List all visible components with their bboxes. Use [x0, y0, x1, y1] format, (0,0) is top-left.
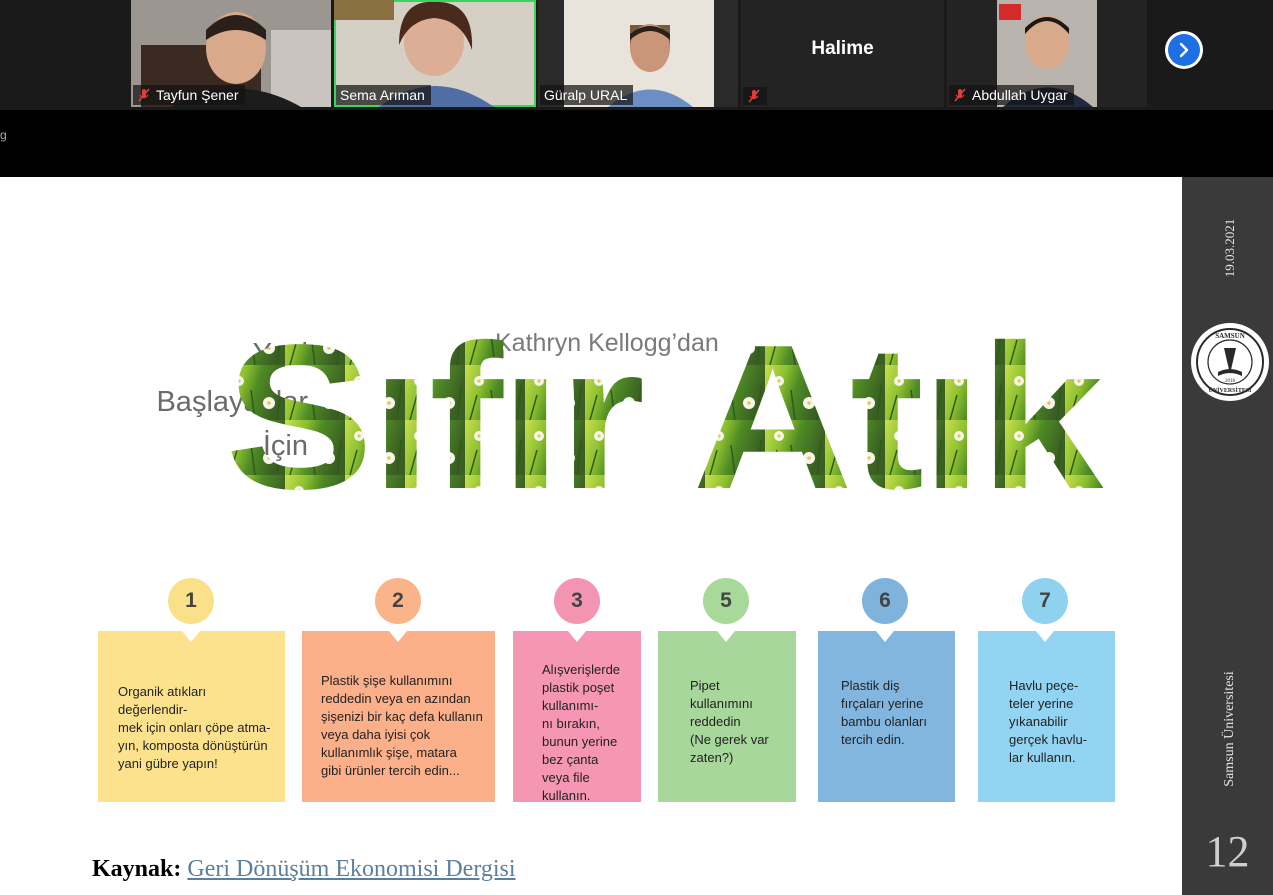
- step-number-badge: 2: [375, 578, 421, 624]
- participant-name: Güralp URAL: [544, 87, 628, 103]
- participant-name-chip: [743, 87, 767, 105]
- participant-tile-guralp[interactable]: Güralp URAL: [538, 0, 738, 107]
- step-pointer: [876, 631, 894, 642]
- university-seal-icon: SAMSUN 2018 ÜNİVERSİTESİ: [1191, 323, 1269, 401]
- step-number-badge: 3: [554, 578, 600, 624]
- participant-name-chip: Sema Arıman: [336, 85, 431, 105]
- source-link[interactable]: Geri Dönüşüm Ekonomisi Dergisi: [187, 856, 515, 882]
- source-label: Kaynak:: [92, 856, 182, 882]
- step-text: Havlu peçe- teler yerine yıkanabilir ger…: [1009, 678, 1088, 765]
- muted-mic-icon: [137, 88, 151, 102]
- participant-strip: Tayfun Şener Sema Arıman Güralp URAL Hal…: [0, 0, 1273, 110]
- participant-name-chip: Güralp URAL: [540, 85, 634, 105]
- muted-mic-icon: [953, 88, 967, 102]
- window-edge-text: g: [0, 128, 7, 142]
- participant-tile-sema[interactable]: Sema Arıman: [334, 0, 536, 107]
- slide-date: 19.03.2021: [1222, 218, 1237, 278]
- slide-university-name: Samsun Üniversitesi: [1222, 671, 1237, 787]
- step-pointer: [1036, 631, 1054, 642]
- step-number-badge: 1: [168, 578, 214, 624]
- step-pointer: [717, 631, 735, 642]
- step-text: Organik atıkları değerlendir- mek için o…: [118, 684, 271, 771]
- step-number-badge: 5: [703, 578, 749, 624]
- participant-tile-abdullah[interactable]: Abdullah Uygar: [947, 0, 1147, 107]
- source-line: Kaynak: Geri Dönüşüm Ekonomisi Dergisi: [92, 856, 516, 883]
- slide-page-number: 12: [1205, 827, 1250, 876]
- step-number-badge: 6: [862, 578, 908, 624]
- step-text: Pipet kullanımını reddedin (Ne gerek var…: [690, 678, 769, 765]
- step-pointer: [389, 631, 407, 642]
- seal-text-top: SAMSUN: [1215, 332, 1245, 340]
- main-title-text: Sıfır Atık: [225, 310, 1104, 500]
- step-number-badge: 7: [1022, 578, 1068, 624]
- participant-name-chip: Abdullah Uygar: [949, 85, 1074, 105]
- participant-name: Sema Arıman: [340, 87, 425, 103]
- participant-name-chip: Tayfun Şener: [133, 85, 245, 105]
- seal-year: 2018: [1225, 379, 1236, 384]
- step-text: Plastik şişe kullanımını reddedin veya e…: [321, 673, 483, 778]
- muted-mic-icon: [747, 89, 761, 103]
- next-participants-button[interactable]: [1165, 31, 1203, 69]
- seal-text-bottom: ÜNİVERSİTESİ: [1208, 387, 1252, 394]
- participant-tile-halime[interactable]: Halime: [741, 0, 944, 107]
- participant-center-name: Halime: [811, 38, 874, 59]
- chevron-right-icon: [1168, 34, 1200, 66]
- step-text: Plastik diş fırçaları yerine bambu olanl…: [841, 678, 927, 747]
- step-pointer: [568, 631, 586, 642]
- participant-tile-tayfun[interactable]: Tayfun Şener: [131, 0, 331, 107]
- slide-sidebar: [1182, 177, 1273, 895]
- participant-name: Tayfun Şener: [156, 87, 239, 103]
- participant-name: Abdullah Uygar: [972, 87, 1068, 103]
- step-pointer: [182, 631, 200, 642]
- main-title: Sıfır Atık: [225, 310, 1105, 500]
- step-text: Alışverişlerde plastik poşet kullanımı- …: [542, 662, 621, 803]
